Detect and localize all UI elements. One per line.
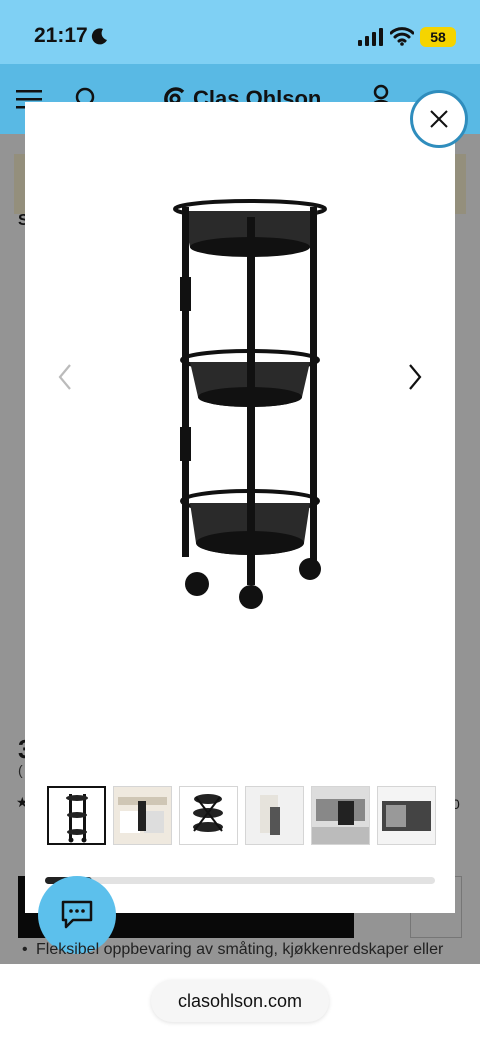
image-gallery-modal — [25, 102, 455, 913]
product-image — [173, 199, 327, 609]
thumbnail-6[interactable] — [377, 786, 436, 845]
close-button[interactable] — [410, 90, 468, 148]
thumbnail-3[interactable] — [179, 786, 238, 845]
chevron-left-icon[interactable] — [53, 362, 77, 392]
thumbnail-2[interactable] — [113, 786, 172, 845]
feature-bullet: • Fleksibel oppbevaring av småting, kjøkk… — [22, 941, 444, 958]
chevron-right-icon[interactable] — [403, 362, 427, 392]
status-time: 21:17 — [34, 24, 88, 47]
close-icon — [430, 110, 448, 128]
browser-toolbar: clasohlson.com — [0, 964, 480, 1039]
thumbnail-5[interactable] — [311, 786, 370, 845]
address-bar[interactable]: clasohlson.com — [151, 980, 329, 1022]
gallery-scroll-track[interactable] — [45, 877, 435, 884]
status-bar: 21:17 58 — [0, 0, 480, 64]
thumbnail-strip — [47, 786, 437, 846]
cellular-signal-icon — [358, 28, 383, 46]
thumbnail-4[interactable] — [245, 786, 304, 845]
wifi-icon — [390, 27, 414, 46]
moon-icon — [91, 28, 107, 45]
feature-bullet-text: Fleksibel oppbevaring av småting, kjøkke… — [36, 941, 444, 958]
battery-indicator: 58 — [420, 27, 456, 47]
thumbnail-1[interactable] — [47, 786, 106, 845]
chat-bubble-icon — [61, 900, 93, 929]
